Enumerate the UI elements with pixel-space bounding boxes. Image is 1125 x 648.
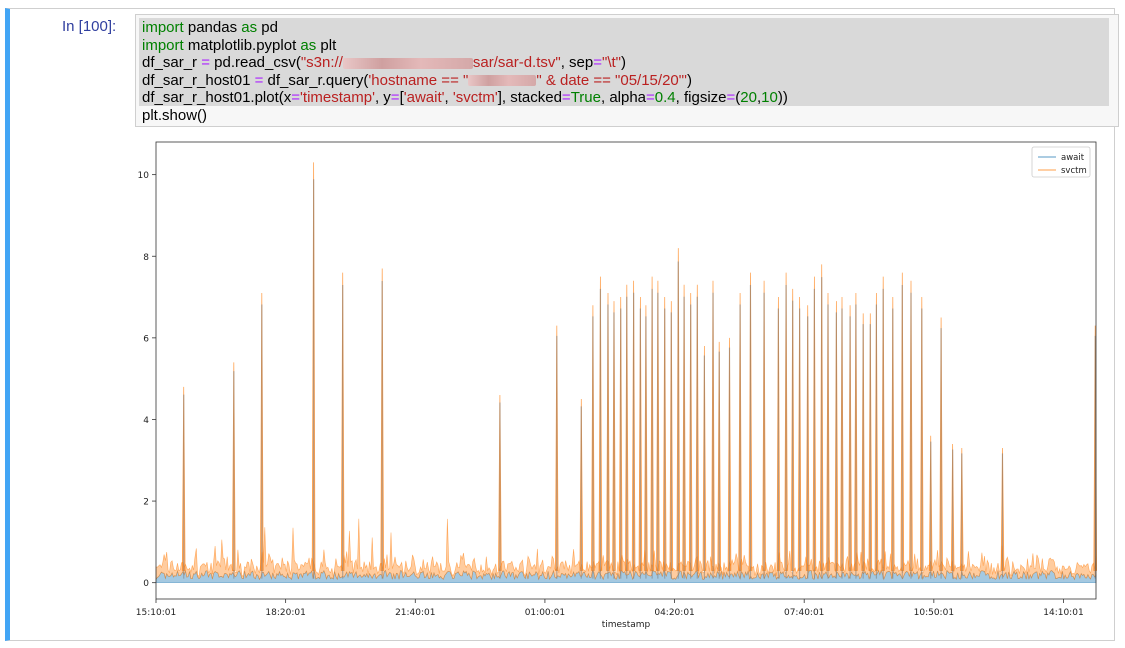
code-token: = <box>291 89 301 106</box>
code-line: df_sar_r = pd.read_csv("s3n:// sar/sar-d.… <box>142 54 788 72</box>
code-token: 0.4 <box>654 89 676 106</box>
code-token: , y <box>374 89 391 106</box>
y-tick-label: 6 <box>143 334 149 344</box>
redacted-text <box>342 57 473 69</box>
legend-label-await: await <box>1061 153 1085 163</box>
x-axis-label: timestamp <box>602 620 651 630</box>
code-token: df_sar_r <box>142 54 202 71</box>
code-token: import <box>142 36 184 54</box>
code-token: "s3n:// <box>300 54 343 71</box>
code-token: = <box>390 89 400 106</box>
x-tick-label: 14:10:01 <box>1043 608 1083 618</box>
x-tick-label: 01:00:01 <box>525 608 565 618</box>
code-token: as <box>241 19 258 36</box>
code-token: plt <box>316 36 337 54</box>
code-line: plt.show() <box>142 107 788 125</box>
y-tick-label: 10 <box>138 171 150 181</box>
code-token: , sep <box>560 54 594 71</box>
code-token: = <box>201 54 210 71</box>
code-token: plt.show() <box>142 106 208 124</box>
code-token: ], stacked <box>497 89 562 106</box>
y-tick-label: 4 <box>143 416 149 426</box>
code-token: import <box>142 19 184 36</box>
code-text[interactable]: import pandas as pd import matplotlib.pyp… <box>136 15 788 124</box>
code-token: df_sar_r_host01 <box>142 71 255 89</box>
y-tick-label: 0 <box>143 579 149 589</box>
code-token: df_sar_r.query( <box>263 71 369 89</box>
x-tick-label: 07:40:01 <box>784 608 824 618</box>
code-token: " & date == "05/15/20"' <box>536 71 687 89</box>
code-editor[interactable]: import pandas as pd import matplotlib.pyp… <box>135 14 1119 127</box>
code-token: 20 <box>740 89 757 106</box>
code-token: 'timestamp' <box>300 89 375 106</box>
code-token: pandas <box>183 19 242 36</box>
code-token: )) <box>777 89 788 106</box>
input-prompt: In [100]: <box>62 18 117 35</box>
legend: await svctm <box>1031 146 1091 178</box>
code-token: , figsize <box>675 89 727 106</box>
code-token: , <box>444 89 453 106</box>
code-token: 'hostname == " <box>368 71 469 89</box>
x-tick-label: 21:40:01 <box>395 608 435 618</box>
code-token: ) <box>686 71 692 89</box>
code-token: 10 <box>761 89 778 106</box>
code-token: = <box>593 54 603 71</box>
code-token: "\t" <box>602 54 621 71</box>
code-token: df_sar_r_host01.plot(x <box>142 89 292 106</box>
y-tick-label: 8 <box>143 253 149 263</box>
code-token: = <box>646 89 655 106</box>
code-token: pd.read_csv( <box>209 54 301 71</box>
code-line: df_sar_r_host01 = df_sar_r.query('hostna… <box>142 72 788 90</box>
plot-output: 0 2 4 6 8 10 15:10:01 18:20:01 21:40:01 01:00:01 0… <box>136 141 1098 630</box>
code-line: import pandas as pd <box>142 19 788 37</box>
code-token: sar/sar-d.tsv" <box>472 54 561 71</box>
code-token: 'svctm' <box>452 89 498 106</box>
x-tick-label: 04:20:01 <box>654 608 694 618</box>
code-token: matplotlib.pyplot <box>183 36 301 54</box>
redacted-text <box>468 75 537 87</box>
code-token: True <box>570 89 601 106</box>
x-tick-label: 10:50:01 <box>914 608 954 618</box>
code-token: = <box>561 89 571 106</box>
x-tick-label: 15:10:01 <box>136 608 176 618</box>
code-token: as <box>300 36 317 54</box>
code-token: = <box>726 89 736 106</box>
code-token: ) <box>621 54 626 71</box>
code-token: , alpha <box>600 89 647 106</box>
x-tick-label: 18:20:01 <box>265 608 305 618</box>
legend-label-svctm: svctm <box>1061 166 1087 176</box>
code-line: import matplotlib.pyplot as plt <box>142 37 788 55</box>
code-token: 'await' <box>403 89 445 106</box>
code-line: df_sar_r_host01.plot(x='timestamp', y=['… <box>142 89 788 107</box>
code-token: pd <box>257 19 278 36</box>
y-tick-label: 2 <box>143 498 149 508</box>
